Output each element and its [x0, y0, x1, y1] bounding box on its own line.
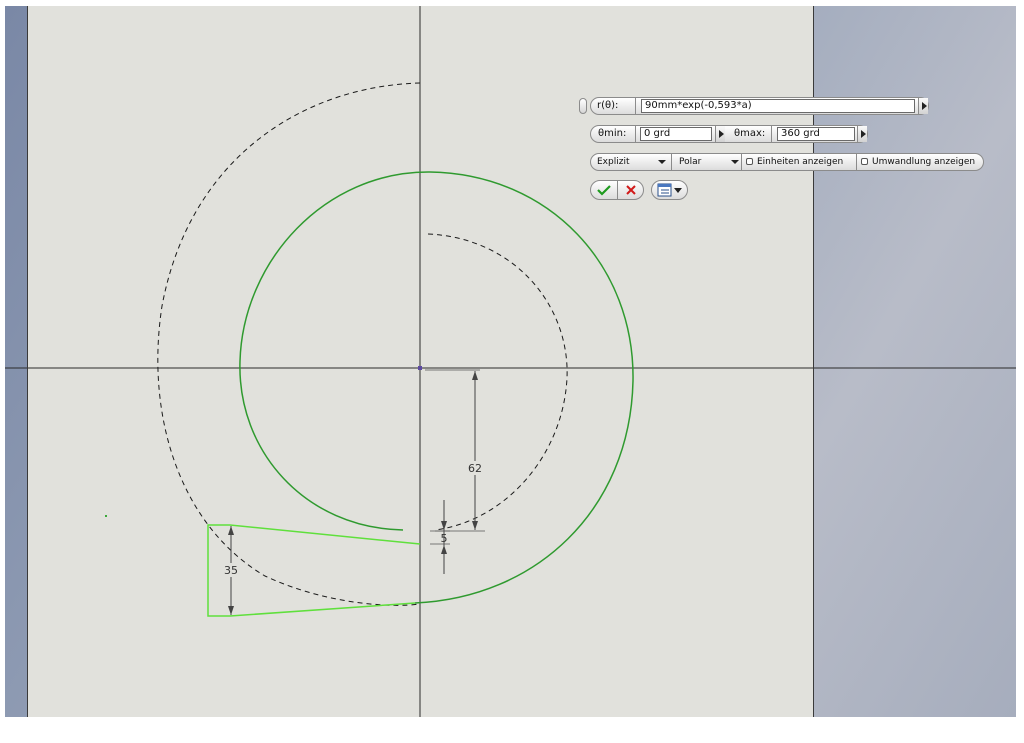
accept-cancel-group — [590, 180, 644, 200]
formula-input[interactable]: 90mm*exp(-0,593*a) — [641, 99, 915, 113]
theta-min-arrow-button[interactable] — [715, 126, 725, 142]
dimension-5-text: 5 — [441, 532, 448, 545]
options-menu-button[interactable] — [651, 180, 688, 200]
chevron-down-icon[interactable] — [731, 160, 739, 164]
theta-max-label: θmax: — [734, 128, 766, 139]
coordinate-dropdown[interactable]: Polar — [679, 154, 701, 170]
formula-expand-button[interactable] — [918, 98, 928, 114]
show-units-checkbox[interactable] — [746, 158, 753, 165]
inner-construction-spiral — [427, 233, 568, 531]
theta-min-label: θmin: — [598, 128, 627, 139]
dimension-35[interactable]: 35 — [221, 526, 241, 615]
show-conversion-label[interactable]: Umwandlung anzeigen — [872, 154, 975, 170]
dimension-62[interactable]: 62 — [425, 369, 485, 532]
mode-dropdown[interactable]: Explizit — [597, 154, 629, 170]
toolbar-grip[interactable] — [579, 98, 587, 114]
sketch-point — [105, 515, 107, 517]
close-icon — [626, 185, 636, 195]
center-point — [418, 366, 422, 370]
checkmark-icon — [597, 185, 611, 196]
spiral-curve[interactable] — [239, 171, 634, 604]
show-conversion-checkbox[interactable] — [861, 158, 868, 165]
dimension-35-text: 35 — [224, 564, 238, 577]
cancel-button[interactable] — [618, 181, 644, 199]
accept-button[interactable] — [591, 181, 617, 199]
chevron-down-icon[interactable] — [658, 160, 666, 164]
list-options-icon — [657, 183, 682, 197]
dimension-62-text: 62 — [468, 462, 482, 475]
outer-construction-spiral — [157, 82, 421, 606]
theta-min-input[interactable]: 0 grd — [640, 127, 712, 141]
range-row: θmin: 0 grd θmax: 360 grd — [590, 125, 868, 143]
formula-label: r(θ): — [597, 100, 619, 111]
show-units-label[interactable]: Einheiten anzeigen — [757, 154, 843, 170]
theta-max-input[interactable]: 360 grd — [777, 127, 855, 141]
dimension-5[interactable]: 5 — [430, 500, 450, 574]
theta-max-arrow-button[interactable] — [857, 126, 867, 142]
options-row: Explizit Polar Einheiten anzeigen Umwand… — [590, 153, 984, 171]
formula-row: r(θ): 90mm*exp(-0,593*a) — [590, 97, 929, 115]
